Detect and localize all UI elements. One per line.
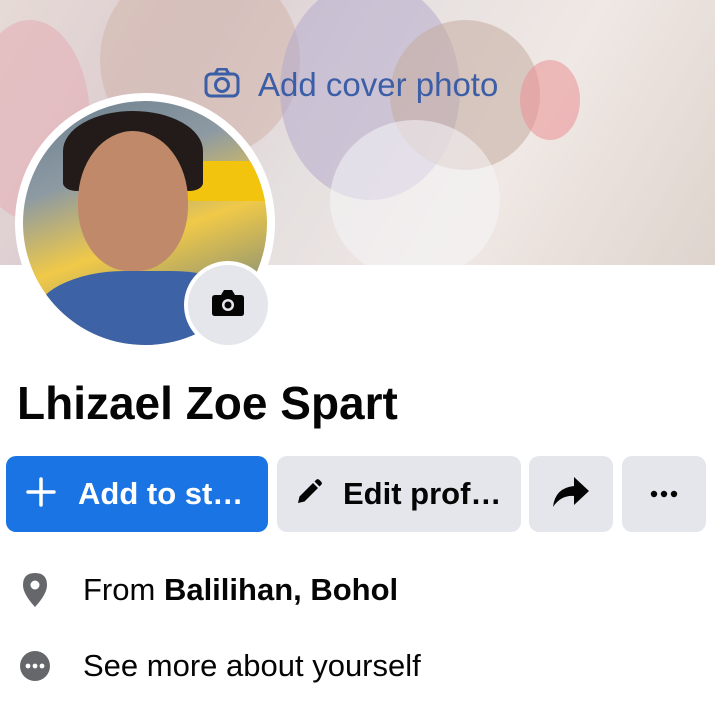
edit-profile-button[interactable]: Edit prof… — [277, 456, 521, 532]
edit-profile-label: Edit prof… — [343, 476, 502, 511]
share-arrow-icon — [551, 475, 591, 514]
pencil-icon — [295, 478, 323, 511]
more-options-button[interactable] — [622, 456, 706, 532]
add-to-story-label: Add to st… — [78, 476, 244, 511]
plus-icon — [26, 476, 56, 512]
camera-icon — [211, 289, 245, 322]
add-cover-photo-label: Add cover photo — [258, 66, 499, 103]
add-cover-photo-button[interactable]: Add cover photo — [204, 66, 498, 104]
see-more-about-yourself[interactable]: See more about yourself — [18, 648, 421, 684]
ellipsis-circle-icon — [18, 650, 52, 682]
profile-name: Lhizael Zoe Spart — [17, 377, 398, 429]
add-to-story-button[interactable]: Add to st… — [6, 456, 268, 532]
location-pin-icon — [18, 572, 52, 608]
hometown-place: Balilihan, Bohol — [163, 572, 399, 607]
ellipsis-icon — [649, 485, 679, 503]
info-hometown: From Balilihan, Bohol — [18, 572, 398, 608]
see-more-label: See more about yourself — [83, 648, 421, 683]
hometown-prefix: From — [83, 572, 164, 607]
share-profile-button[interactable] — [529, 456, 613, 532]
hometown-text: From Balilihan, Bohol — [83, 572, 398, 608]
update-profile-picture-button[interactable] — [184, 261, 272, 349]
avatar-background — [78, 131, 188, 271]
camera-icon — [204, 67, 240, 103]
